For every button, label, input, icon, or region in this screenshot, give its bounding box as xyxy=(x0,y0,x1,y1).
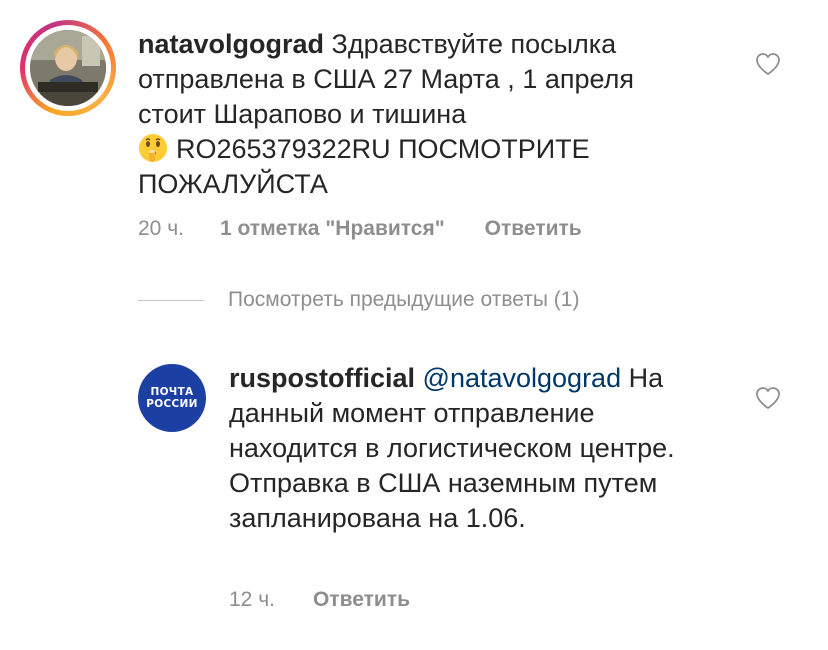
profile-photo-image xyxy=(30,30,106,106)
reply-button[interactable]: Ответить xyxy=(485,216,582,242)
comment-meta: 20 ч. 1 отметка "Нравится" Ответить xyxy=(138,216,582,242)
reply-button[interactable]: Ответить xyxy=(313,587,410,613)
logo-line-2: РОССИИ xyxy=(146,398,198,410)
reply-meta: 12 ч. Ответить xyxy=(229,587,410,613)
view-previous-replies[interactable]: Посмотреть предыдущие ответы (1) xyxy=(138,288,579,312)
logo-line-1: ПОЧТА xyxy=(150,386,194,398)
comment-text-continued: RO265379322RU ПОСМОТРИТЕ ПОЖАЛУЙСТА xyxy=(138,134,590,199)
pochta-logo: ПОЧТА РОССИИ xyxy=(146,386,197,410)
reply-body: ruspostofficial @natavolgograd На данный… xyxy=(229,361,729,536)
comment-time: 20 ч. xyxy=(138,217,184,240)
avatar-natavolgograd[interactable] xyxy=(30,30,106,106)
view-previous-replies-label[interactable]: Посмотреть предыдущие ответы (1) xyxy=(228,288,579,312)
divider-line xyxy=(138,299,204,301)
shushing-face-emoji xyxy=(139,134,167,162)
mention-link[interactable]: @natavolgograd xyxy=(423,363,622,393)
avatar-ruspostofficial[interactable]: ПОЧТА РОССИИ xyxy=(138,364,206,432)
heart-outline-icon[interactable] xyxy=(755,386,781,410)
heart-outline-icon[interactable] xyxy=(755,52,781,76)
comment-username[interactable]: natavolgograd xyxy=(138,29,324,59)
reply-time: 12 ч. xyxy=(229,588,275,611)
comment-body: natavolgograd Здравствуйте посылка отпра… xyxy=(138,27,698,202)
reply-username[interactable]: ruspostofficial xyxy=(229,363,415,393)
likes-count-button[interactable]: 1 отметка "Нравится" xyxy=(220,216,445,242)
